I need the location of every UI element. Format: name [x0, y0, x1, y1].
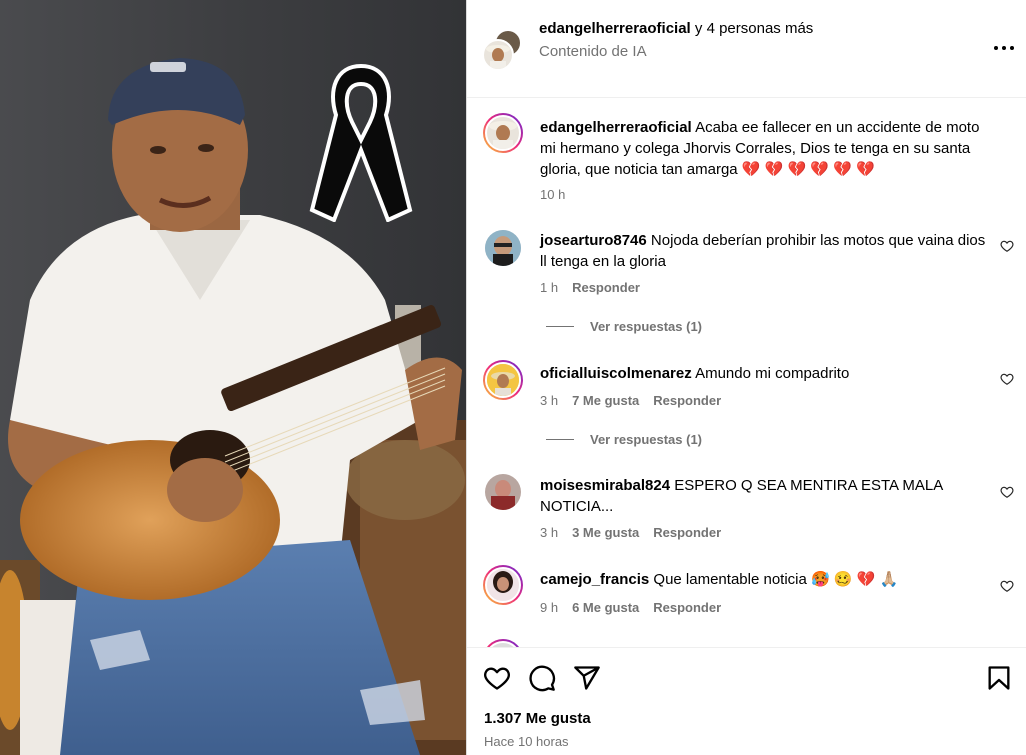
comment-username[interactable]: josearturo8746	[540, 232, 647, 249]
send-icon[interactable]	[573, 664, 601, 692]
comment-username[interactable]: oficialluiscolmenarez	[540, 365, 692, 382]
post-header-text: edangelherreraoficial y 4 personas más C…	[539, 19, 813, 62]
ai-content-label: Contenido de IA	[539, 43, 647, 60]
view-replies-label[interactable]: Ver respuestas (1)	[590, 319, 702, 334]
caption-time[interactable]: 10 h	[540, 187, 565, 202]
like-comment-heart-icon[interactable]	[1000, 239, 1014, 253]
post-timestamp[interactable]: Hace 10 horas	[484, 734, 569, 749]
comment-username[interactable]: camejo_francis	[540, 571, 649, 588]
like-comment-heart-icon[interactable]	[1000, 372, 1014, 386]
more-options-button[interactable]	[991, 35, 1017, 61]
avatar[interactable]	[482, 39, 514, 71]
comment-likes[interactable]: 3 Me gusta	[572, 525, 639, 540]
view-replies-label[interactable]: Ver respuestas (1)	[590, 432, 702, 447]
comment-username[interactable]: moisesmirabal824	[540, 477, 670, 494]
heart-icon[interactable]	[483, 664, 511, 692]
comment-time[interactable]: 3 h	[540, 525, 558, 540]
collab-text[interactable]: y 4 personas más	[691, 20, 813, 37]
post-side-panel: edangelherreraoficial y 4 personas más C…	[466, 0, 1026, 755]
comments-list[interactable]: edangelherreraoficial Acaba ee fallecer …	[467, 99, 1026, 647]
likes-count[interactable]: 1.307 Me gusta	[484, 710, 591, 727]
avatar[interactable]	[483, 639, 523, 647]
like-comment-heart-icon[interactable]	[1000, 485, 1014, 499]
reply-button[interactable]: Responder	[653, 525, 721, 540]
reply-button[interactable]: Responder	[572, 280, 640, 295]
more-horizontal-icon	[994, 46, 998, 50]
reply-button[interactable]: Responder	[653, 600, 721, 615]
comment-time[interactable]: 1 h	[540, 280, 558, 295]
header-username[interactable]: edangelherreraoficial	[539, 20, 691, 37]
reply-button[interactable]: Responder	[653, 393, 721, 408]
view-replies-button[interactable]: Ver respuestas (1)	[546, 432, 702, 447]
collab-avatars[interactable]	[482, 29, 524, 71]
comment-time[interactable]: 3 h	[540, 393, 558, 408]
like-comment-heart-icon[interactable]	[1000, 579, 1014, 593]
comment-icon[interactable]	[528, 664, 556, 692]
avatar[interactable]	[485, 230, 521, 266]
post-media[interactable]	[0, 0, 466, 755]
avatar[interactable]	[483, 113, 523, 153]
post-header: edangelherreraoficial y 4 personas más C…	[467, 0, 1026, 98]
comment-text: Que lamentable noticia 🥵 🥴 💔 🙏🏼	[649, 571, 899, 588]
bookmark-icon[interactable]	[985, 664, 1013, 692]
comment-time[interactable]: 9 h	[540, 600, 558, 615]
comment-likes[interactable]: 7 Me gusta	[572, 393, 639, 408]
view-replies-button[interactable]: Ver respuestas (1)	[546, 319, 702, 334]
caption-username[interactable]: edangelherreraoficial	[540, 119, 692, 136]
comment-text: Amundo mi compadrito	[691, 365, 850, 382]
avatar[interactable]	[483, 565, 523, 605]
comment-likes[interactable]: 6 Me gusta	[572, 600, 639, 615]
avatar[interactable]	[485, 474, 521, 510]
mourning-ribbon-icon	[309, 63, 413, 222]
avatar[interactable]	[483, 360, 523, 400]
